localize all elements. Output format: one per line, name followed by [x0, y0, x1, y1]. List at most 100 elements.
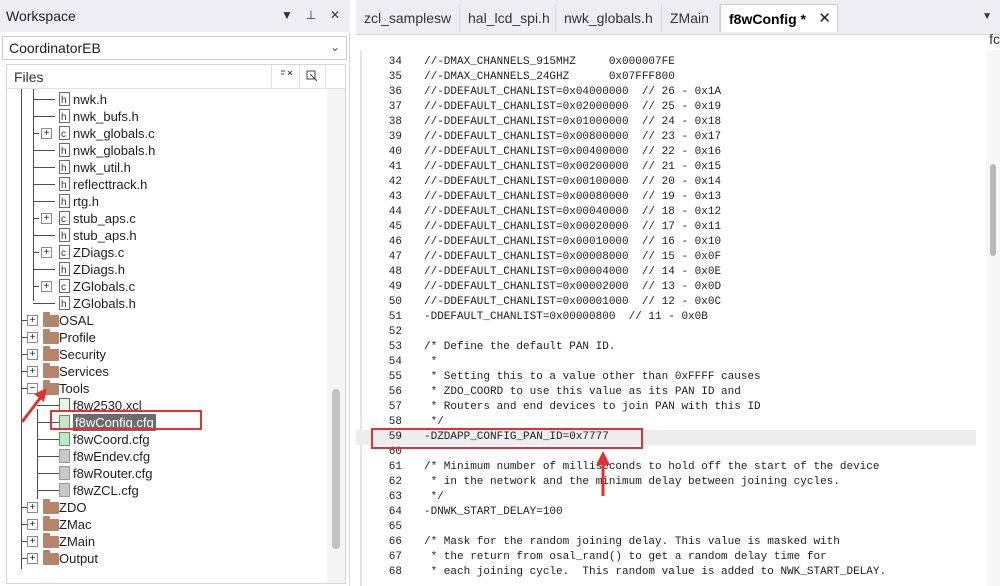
- tree-file[interactable]: h rtg.h: [7, 193, 327, 210]
- code-line[interactable]: 44 //-DDEFAULT_CHANLIST=0x00040000 // 18 …: [356, 205, 976, 220]
- tree-file[interactable]: h ZGlobals.h: [7, 295, 327, 312]
- file-type-glyph: h: [61, 112, 67, 123]
- files-header-label: Files: [14, 68, 44, 85]
- expand-icon[interactable]: +: [27, 315, 38, 326]
- expand-icon[interactable]: +: [27, 553, 38, 564]
- tree-folder[interactable]: + Output: [7, 550, 327, 567]
- code-line[interactable]: 53 /* Define the default PAN ID.: [356, 340, 976, 355]
- code-line[interactable]: 42 //-DDEFAULT_CHANLIST=0x00100000 // 20 …: [356, 175, 976, 190]
- tree-folder[interactable]: + ZMain: [7, 533, 327, 550]
- tab-overflow-icon[interactable]: ▼: [982, 11, 992, 22]
- expand-icon[interactable]: +: [41, 213, 52, 224]
- tree-file[interactable]: f8wEndev.cfg: [7, 448, 327, 465]
- tab-zmain[interactable]: ZMain: [662, 4, 720, 32]
- tab-zcl-samplesw[interactable]: zcl_samplesw: [356, 4, 460, 32]
- code-line[interactable]: 37 //-DDEFAULT_CHANLIST=0x02000000 // 25 …: [356, 100, 976, 115]
- tree-item-label: Profile: [59, 330, 96, 345]
- tree-scrollbar[interactable]: [327, 89, 345, 583]
- tree-folder[interactable]: + Profile: [7, 329, 327, 346]
- code-line[interactable]: 49 //-DDEFAULT_CHANLIST=0x00002000 // 13 …: [356, 280, 976, 295]
- tree-file[interactable]: h stub_aps.h: [7, 227, 327, 244]
- code-line[interactable]: 43 //-DDEFAULT_CHANLIST=0x00080000 // 19 …: [356, 190, 976, 205]
- code-line[interactable]: 36 //-DDEFAULT_CHANLIST=0x04000000 // 26 …: [356, 85, 976, 100]
- tab-f8wconfig[interactable]: f8wConfig * ✕: [720, 4, 838, 32]
- tree-item-label: ZMain: [59, 534, 96, 549]
- tab-hal-lcd-spi[interactable]: hal_lcd_spi.h: [460, 4, 556, 32]
- tree-file[interactable]: h ZDiags.h: [7, 261, 327, 278]
- tree-folder[interactable]: + ZDO: [7, 499, 327, 516]
- pin-icon[interactable]: ⊥: [304, 8, 318, 22]
- code-line[interactable]: 34 //-DMAX_CHANNELS_915MHZ 0x000007FE: [356, 55, 976, 70]
- code-line[interactable]: 64 -DNWK_START_DELAY=100: [356, 505, 976, 520]
- file-type-glyph: h: [61, 197, 67, 208]
- tree-folder[interactable]: + ZMac: [7, 516, 327, 533]
- code-line[interactable]: 41 //-DDEFAULT_CHANLIST=0x00200000 // 21 …: [356, 160, 976, 175]
- tree-file[interactable]: f8wCoord.cfg: [7, 431, 327, 448]
- code-line[interactable]: 39 //-DDEFAULT_CHANLIST=0x00800000 // 23 …: [356, 130, 976, 145]
- code-line[interactable]: 52: [356, 325, 976, 340]
- chevron-down-icon[interactable]: ▼: [280, 8, 294, 22]
- tree-folder[interactable]: + Services: [7, 363, 327, 380]
- editor-scrollbar-thumb[interactable]: [990, 164, 996, 256]
- code-line[interactable]: 63 */: [356, 490, 976, 505]
- code-line[interactable]: 48 //-DDEFAULT_CHANLIST=0x00004000 // 14 …: [356, 265, 976, 280]
- code-line[interactable]: 40 //-DDEFAULT_CHANLIST=0x00400000 // 22 …: [356, 145, 976, 160]
- code-line[interactable]: 45 //-DDEFAULT_CHANLIST=0x00020000 // 17 …: [356, 220, 976, 235]
- tree-file[interactable]: h nwk_util.h: [7, 159, 327, 176]
- code-line[interactable]: 50 //-DDEFAULT_CHANLIST=0x00001000 // 12 …: [356, 295, 976, 310]
- expand-icon[interactable]: +: [41, 128, 52, 139]
- tree-item-label: ZDiags.h: [73, 262, 126, 277]
- expand-icon[interactable]: +: [41, 247, 52, 258]
- sort-icon[interactable]: [279, 69, 295, 83]
- expand-icon[interactable]: +: [27, 349, 38, 360]
- tree-file[interactable]: f8wRouter.cfg: [7, 465, 327, 482]
- code-editor[interactable]: 34 //-DMAX_CHANNELS_915MHZ 0x000007FE 35 //…: [356, 50, 1000, 586]
- code-line[interactable]: 56 * ZDO_COORD to use this value as its …: [356, 385, 976, 400]
- tree-file[interactable]: + c nwk_globals.c: [7, 125, 327, 142]
- tree-file[interactable]: + c stub_aps.c: [7, 210, 327, 227]
- expand-icon[interactable]: +: [27, 519, 38, 530]
- code-line[interactable]: 66 /* Mask for the random joining delay. …: [356, 535, 976, 550]
- tree-folder[interactable]: + OSAL: [7, 312, 327, 329]
- tree-file[interactable]: h nwk_globals.h: [7, 142, 327, 159]
- expand-icon[interactable]: +: [41, 281, 52, 292]
- code-line[interactable]: 38 //-DDEFAULT_CHANLIST=0x01000000 // 24 …: [356, 115, 976, 130]
- expand-icon[interactable]: +: [27, 536, 38, 547]
- code-line[interactable]: 55 * Setting this to a value other than …: [356, 370, 976, 385]
- code-line[interactable]: 68 * each joining cycle. This random val…: [356, 565, 976, 580]
- code-line[interactable]: 51 -DDEFAULT_CHANLIST=0x00000800 // 11 - …: [356, 310, 976, 325]
- code-line[interactable]: 57 * Routers and end devices to join PAN…: [356, 400, 976, 415]
- code-line[interactable]: 62 * in the network and the minimum dela…: [356, 475, 976, 490]
- tree-folder[interactable]: − Tools: [7, 380, 327, 397]
- column-divider[interactable]: [271, 65, 272, 89]
- tree-file[interactable]: h reflecttrack.h: [7, 176, 327, 193]
- column-divider[interactable]: [299, 65, 300, 89]
- close-icon[interactable]: ✕: [328, 8, 342, 22]
- tree-item-label: ZDO: [59, 500, 87, 515]
- tree-file[interactable]: h nwk.h: [7, 91, 327, 108]
- code-line[interactable]: 46 //-DDEFAULT_CHANLIST=0x00010000 // 16 …: [356, 235, 976, 250]
- code-line[interactable]: 61 /* Minimum number of milliseconds to h…: [356, 460, 976, 475]
- tree-file[interactable]: f8wZCL.cfg: [7, 482, 327, 499]
- code-line[interactable]: 35 //-DMAX_CHANNELS_24GHZ 0x07FFF800: [356, 70, 976, 85]
- column-divider[interactable]: [325, 65, 326, 89]
- tree-item-label: f8wZCL.cfg: [73, 483, 139, 498]
- tree-file[interactable]: h nwk_bufs.h: [7, 108, 327, 125]
- tab-nwk-globals[interactable]: nwk_globals.h: [556, 4, 662, 32]
- configuration-dropdown[interactable]: CoordinatorEB ⌄: [2, 36, 347, 60]
- expand-icon[interactable]: +: [27, 332, 38, 343]
- code-line[interactable]: 54 *: [356, 355, 976, 370]
- tree-scrollbar-thumb[interactable]: [332, 389, 340, 549]
- expand-icon[interactable]: +: [27, 366, 38, 377]
- options-icon[interactable]: [305, 69, 321, 83]
- editor-scrollbar[interactable]: [986, 50, 1000, 586]
- tree-file[interactable]: + c ZGlobals.c: [7, 278, 327, 295]
- code-line[interactable]: 67 * the return from osal_rand() to get …: [356, 550, 976, 565]
- collapse-icon[interactable]: −: [27, 383, 38, 394]
- close-icon[interactable]: ✕: [818, 5, 831, 33]
- code-line[interactable]: 47 //-DDEFAULT_CHANLIST=0x00008000 // 15 …: [356, 250, 976, 265]
- expand-icon[interactable]: +: [27, 502, 38, 513]
- code-line[interactable]: 65: [356, 520, 976, 535]
- tree-file[interactable]: + c ZDiags.c: [7, 244, 327, 261]
- tree-folder[interactable]: + Security: [7, 346, 327, 363]
